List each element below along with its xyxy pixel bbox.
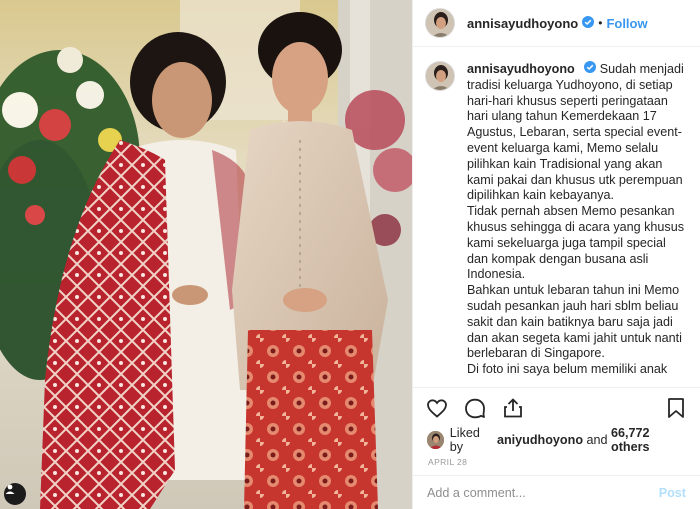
user-tag-button[interactable] — [4, 483, 26, 505]
share-button[interactable] — [501, 396, 525, 420]
comment-button[interactable] — [463, 396, 487, 420]
follow-button[interactable]: Follow — [606, 16, 647, 31]
likes-connector: and — [586, 433, 608, 447]
likes-count[interactable]: 66,772 others — [611, 426, 686, 454]
caption-author-avatar[interactable] — [425, 61, 455, 91]
like-button[interactable] — [425, 396, 449, 420]
likes-row: Liked by aniyudhoyono and 66,772 others — [413, 426, 700, 454]
add-comment-bar: Post — [413, 475, 700, 509]
avatar-image — [427, 431, 444, 449]
post-caption: annisayudhoyono Sudah menjadi tradisi ke… — [467, 61, 688, 387]
caption-paragraph: Sudah menjadi tradisi keluarga Yudhoyono… — [467, 62, 684, 203]
likes-prefix: Liked by — [449, 426, 480, 454]
liker-username[interactable]: aniyudhoyono — [497, 433, 583, 447]
comment-input[interactable] — [427, 485, 659, 500]
verified-badge-icon — [584, 61, 597, 78]
save-button[interactable] — [664, 396, 688, 420]
separator-dot: • — [598, 16, 603, 30]
caption-paragraph: Di foto ini saya belum memiliki anak — [467, 362, 668, 377]
heart-icon — [427, 398, 447, 418]
post-date[interactable]: APRIL 28 — [413, 453, 700, 475]
author-username[interactable]: annisayudhoyono — [467, 16, 578, 31]
liker-avatar[interactable] — [427, 431, 444, 449]
post-header: annisayudhoyono • Follow — [413, 0, 700, 47]
instagram-post: annisayudhoyono • Follow annisayudhoyono… — [0, 0, 700, 509]
comments-area[interactable]: annisayudhoyono Sudah menjadi tradisi ke… — [413, 47, 700, 387]
share-icon — [504, 398, 522, 417]
verified-badge-icon — [582, 15, 595, 31]
caption-paragraph: Tidak pernah absen Memo pesankan khusus … — [467, 204, 685, 282]
comment-icon — [465, 398, 485, 418]
action-bar — [413, 387, 700, 427]
caption-paragraph: Bahkan untuk lebaran tahun ini Memo suda… — [467, 283, 682, 361]
photo-illustration — [0, 0, 412, 509]
user-tag-icon — [5, 484, 15, 494]
post-side-panel: annisayudhoyono • Follow annisayudhoyono… — [412, 0, 700, 509]
post-photo[interactable] — [0, 0, 412, 509]
avatar-image — [426, 9, 454, 37]
avatar-image — [426, 62, 454, 90]
caption-username[interactable]: annisayudhoyono — [467, 62, 575, 76]
bookmark-icon — [668, 397, 684, 418]
post-comment-button[interactable]: Post — [659, 486, 686, 500]
author-avatar[interactable] — [425, 8, 455, 38]
